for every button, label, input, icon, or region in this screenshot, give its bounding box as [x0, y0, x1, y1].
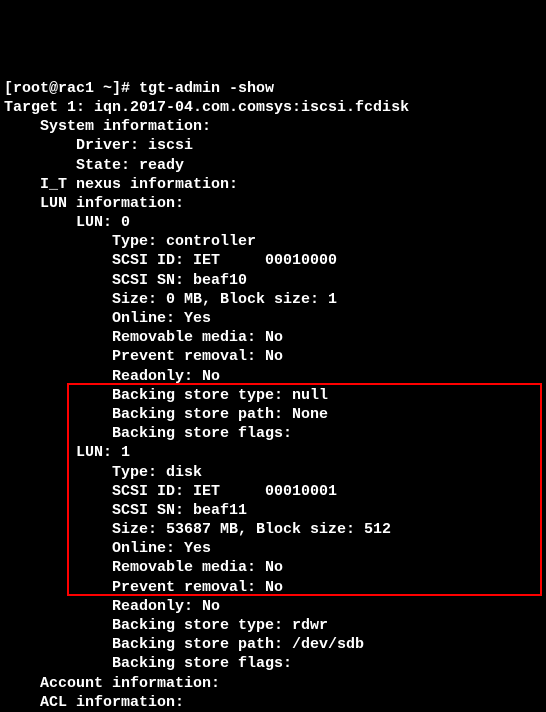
account-info-header: Account information:	[4, 675, 220, 692]
lun0-online: Online: Yes	[4, 310, 211, 327]
lun1-bs-type: Backing store type: rdwr	[4, 617, 328, 634]
lun0-header: LUN: 0	[4, 214, 130, 231]
lun1-online: Online: Yes	[4, 540, 211, 557]
target-header: Target 1: iqn.2017-04.com.comsys:iscsi.f…	[4, 99, 409, 116]
prompt-line: [root@rac1 ~]# tgt-admin -show	[4, 80, 274, 97]
lun0-readonly: Readonly: No	[4, 368, 220, 385]
lun1-bs-flags: Backing store flags:	[4, 655, 301, 672]
lun-info-header: LUN information:	[4, 195, 184, 212]
lun1-type: Type: disk	[4, 464, 202, 481]
lun1-scsi-sn: SCSI SN: beaf11	[4, 502, 247, 519]
lun1-prevent: Prevent removal: No	[4, 579, 283, 596]
lun1-bs-path: Backing store path: /dev/sdb	[4, 636, 364, 653]
lun0-bs-type: Backing store type: null	[4, 387, 328, 404]
lun1-header: LUN: 1	[4, 444, 130, 461]
state-line: State: ready	[4, 157, 184, 174]
lun0-scsi-sn: SCSI SN: beaf10	[4, 272, 247, 289]
system-info-header: System information:	[4, 118, 211, 135]
lun1-size: Size: 53687 MB, Block size: 512	[4, 521, 391, 538]
lun0-scsi-id: SCSI ID: IET 00010000	[4, 252, 337, 269]
lun0-prevent: Prevent removal: No	[4, 348, 283, 365]
lun0-bs-flags: Backing store flags:	[4, 425, 301, 442]
it-nexus-header: I_T nexus information:	[4, 176, 238, 193]
shell-prompt: [root@rac1 ~]#	[4, 80, 139, 97]
command-text: tgt-admin -show	[139, 80, 274, 97]
lun0-removable: Removable media: No	[4, 329, 283, 346]
lun0-type: Type: controller	[4, 233, 256, 250]
lun0-size: Size: 0 MB, Block size: 1	[4, 291, 337, 308]
lun1-removable: Removable media: No	[4, 559, 283, 576]
acl-info-header: ACL information:	[4, 694, 184, 711]
driver-line: Driver: iscsi	[4, 137, 193, 154]
lun1-readonly: Readonly: No	[4, 598, 220, 615]
lun1-scsi-id: SCSI ID: IET 00010001	[4, 483, 337, 500]
lun0-bs-path: Backing store path: None	[4, 406, 328, 423]
